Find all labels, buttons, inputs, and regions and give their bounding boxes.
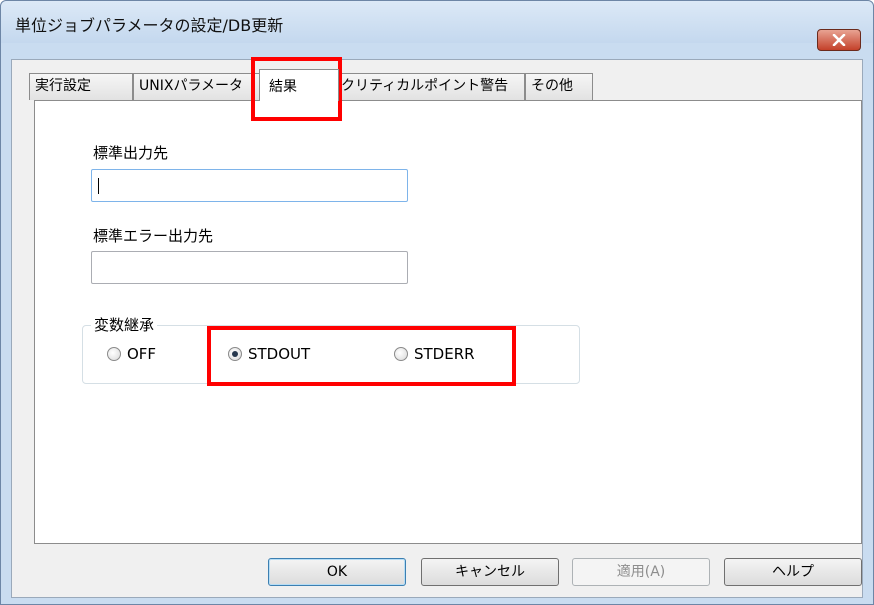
- options-highlight-box: [207, 326, 516, 386]
- radio-off[interactable]: OFF: [107, 345, 156, 363]
- close-icon: [832, 34, 846, 46]
- tab-result[interactable]: 結果: [259, 69, 339, 101]
- stdout-input[interactable]: [91, 169, 408, 202]
- stdout-label: 標準出力先: [93, 144, 169, 162]
- stderr-label: 標準エラー出力先: [93, 227, 214, 245]
- window-title: 単位ジョブパラメータの設定/DB更新: [15, 16, 284, 35]
- radio-off-label: OFF: [127, 345, 157, 363]
- title-bar[interactable]: 単位ジョブパラメータの設定/DB更新: [1, 1, 873, 43]
- variable-inheritance-legend: 変数継承: [91, 314, 158, 335]
- tab-panel-result: [34, 100, 862, 544]
- tab-execution-settings[interactable]: 実行設定: [29, 73, 133, 100]
- apply-button[interactable]: 適用(A): [572, 558, 710, 586]
- ok-button[interactable]: OK: [268, 558, 406, 586]
- radio-off-indicator: [107, 347, 121, 361]
- tab-other[interactable]: その他: [525, 73, 593, 100]
- stderr-input[interactable]: [91, 251, 408, 284]
- tab-unix-parameters[interactable]: UNIXパラメータ: [133, 73, 263, 100]
- help-button[interactable]: ヘルプ: [724, 558, 862, 586]
- tab-critical-point-warning[interactable]: クリティカルポイント警告: [335, 73, 525, 100]
- cancel-button[interactable]: キャンセル: [421, 558, 559, 586]
- close-button[interactable]: [817, 29, 861, 51]
- dialog-window: 単位ジョブパラメータの設定/DB更新 実行設定 UNIXパラメータ 結果 クリテ…: [0, 0, 874, 605]
- text-caret: [98, 178, 99, 194]
